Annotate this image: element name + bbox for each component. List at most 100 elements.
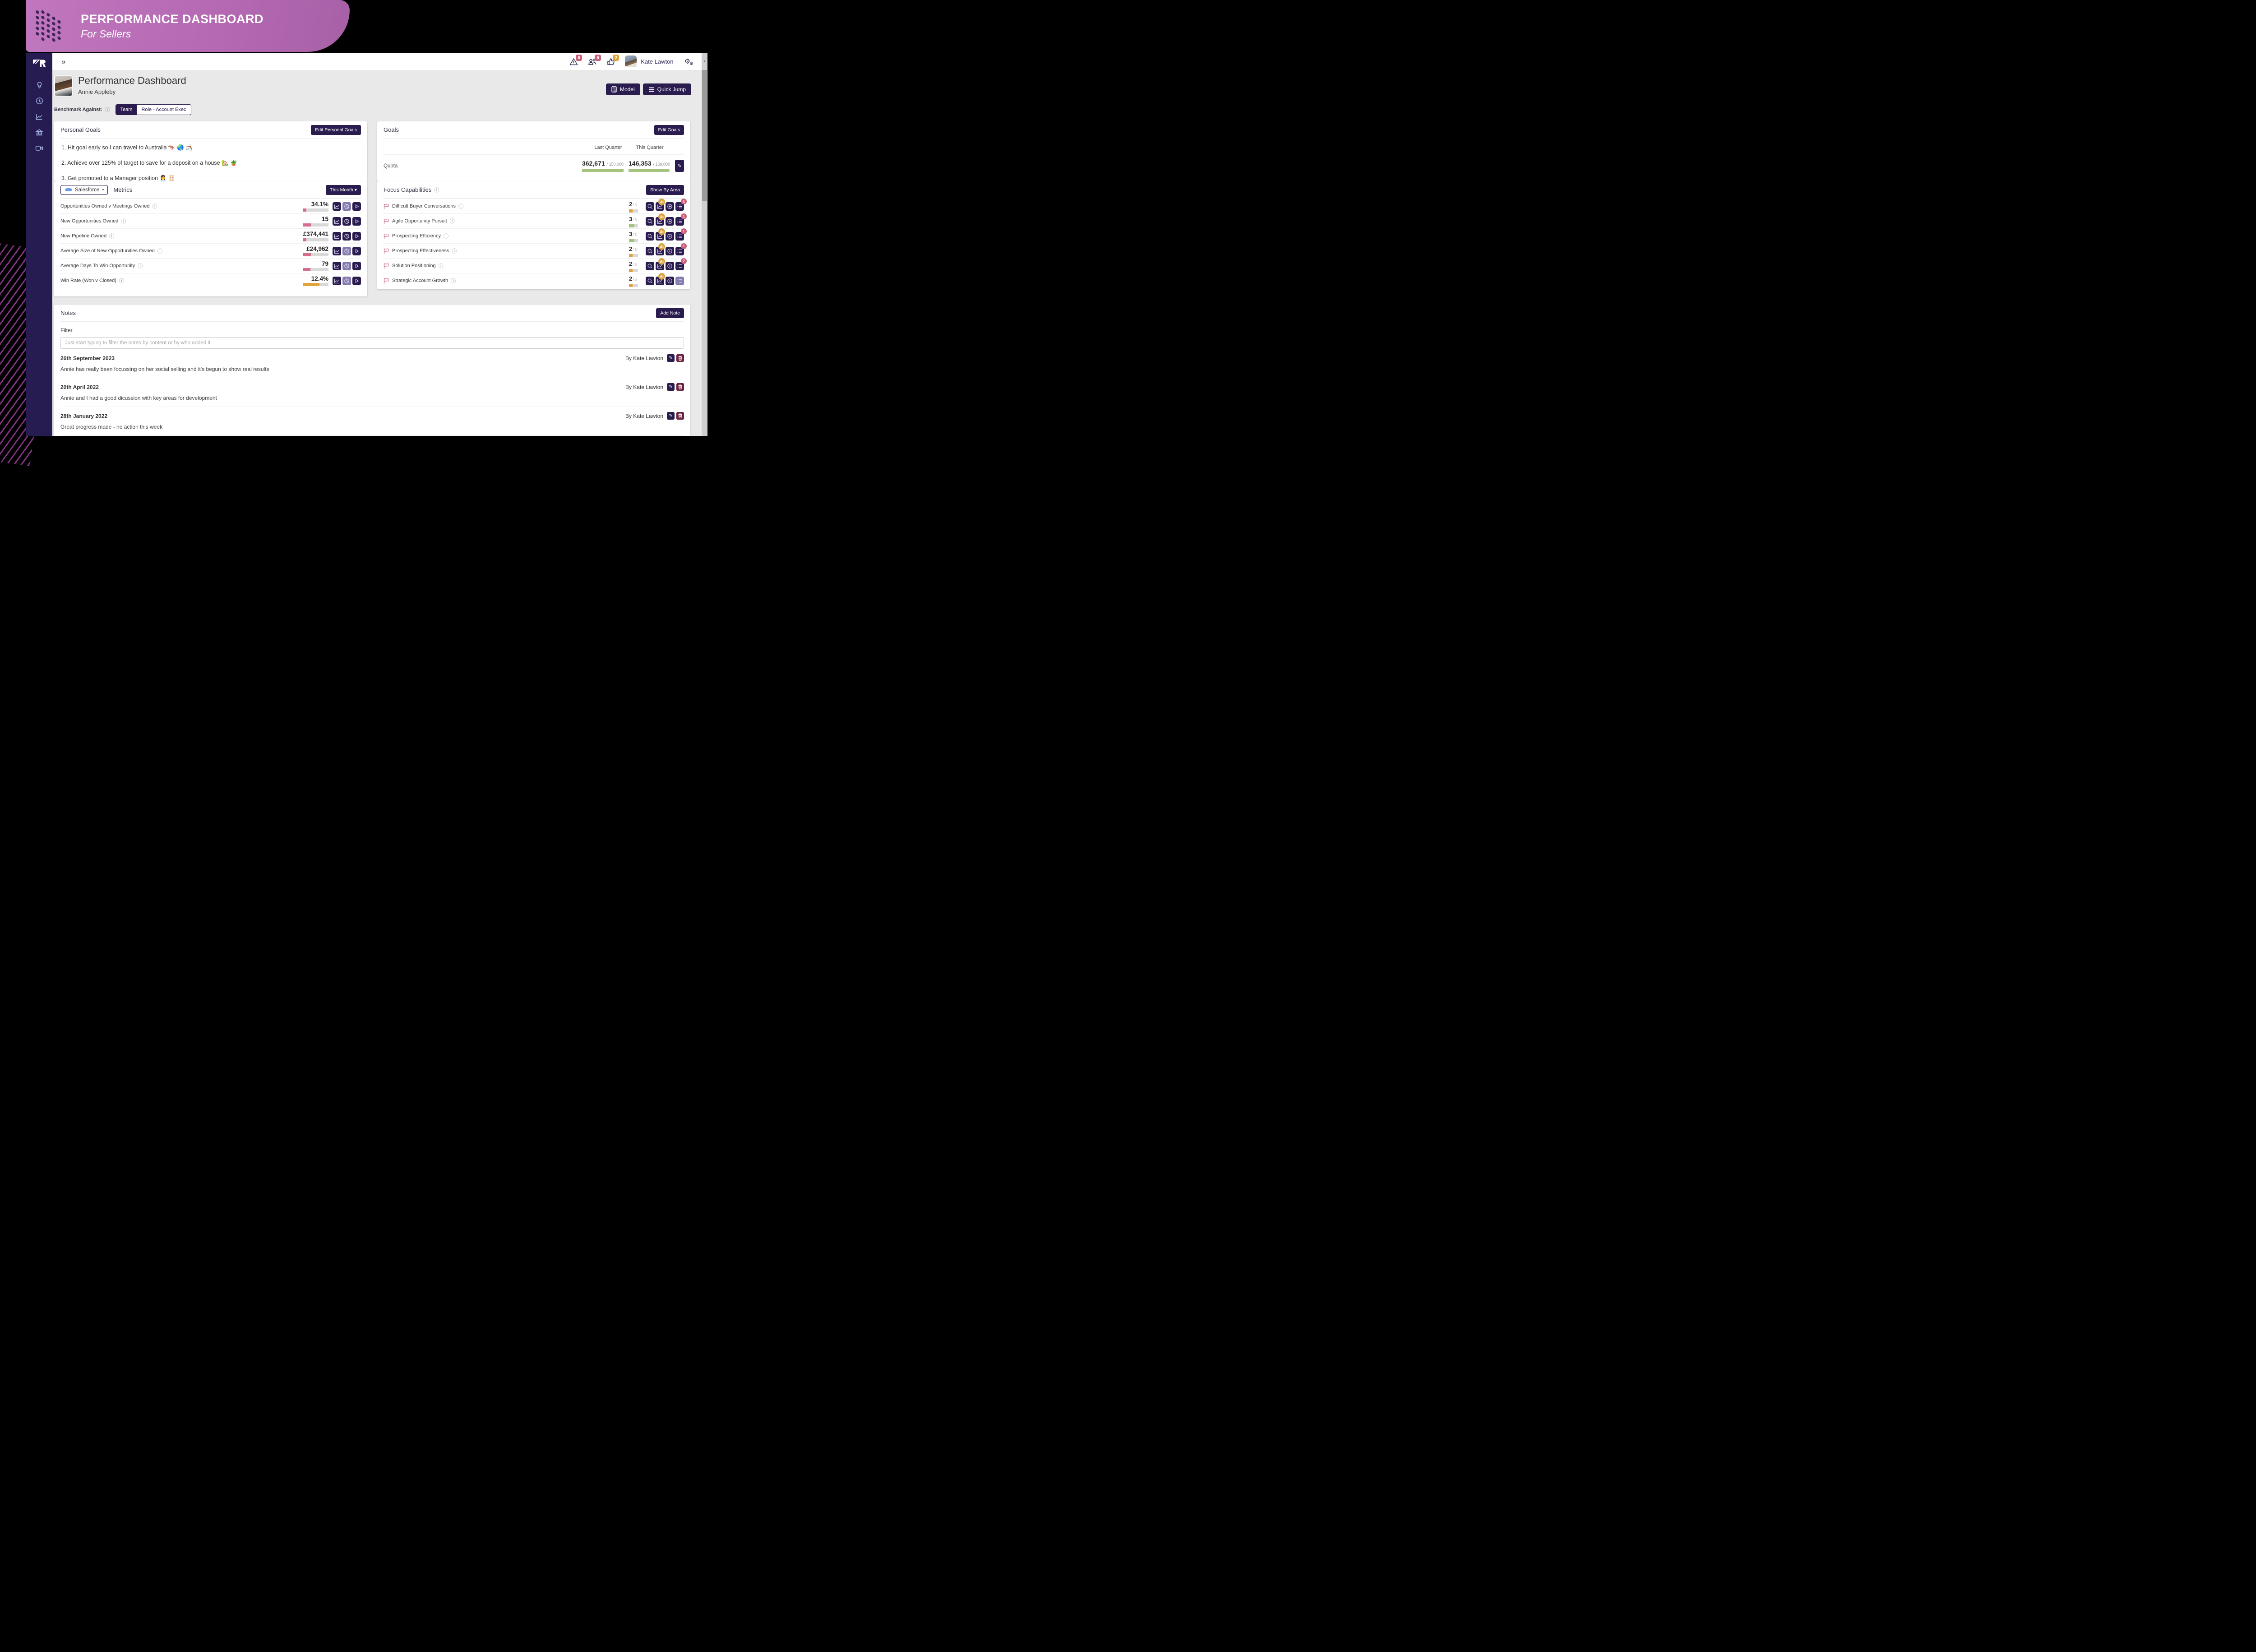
capability-trend-button[interactable]	[656, 246, 664, 255]
info-icon[interactable]: ⓘ	[119, 277, 124, 284]
edit-note-button[interactable]: ✎	[667, 354, 675, 362]
plus-circle-icon	[667, 204, 672, 209]
metric-trend-button[interactable]	[333, 202, 341, 211]
add-note-button[interactable]: Add Note	[656, 308, 684, 318]
scrollbar[interactable]: ▲	[702, 53, 707, 436]
team-button[interactable]: 5	[588, 54, 601, 65]
capability-trend-button[interactable]	[656, 276, 664, 285]
alerts-button[interactable]: 6	[569, 54, 582, 65]
metric-play-button[interactable]	[352, 202, 361, 211]
line-chart-icon	[334, 204, 339, 209]
endorsements-button[interactable]: 2	[607, 54, 619, 65]
scrollbar-thumb[interactable]	[702, 70, 707, 201]
metrics-panel: Salesforce ▾ Metrics This Month ▾ Opport…	[54, 181, 367, 296]
metric-value: 79	[321, 260, 328, 267]
capability-trend-button[interactable]	[656, 231, 664, 241]
notes-filter-input[interactable]	[60, 337, 684, 349]
sidebar-item-insights[interactable]	[26, 77, 52, 93]
user-menu[interactable]: Kate Lawton	[625, 56, 674, 67]
info-icon[interactable]: ⓘ	[451, 277, 456, 284]
capability-trend-button[interactable]	[656, 217, 664, 226]
info-icon[interactable]: ⓘ	[458, 203, 463, 210]
line-chart-icon	[657, 234, 662, 239]
info-icon[interactable]: ⓘ	[105, 106, 110, 113]
delete-note-button[interactable]	[676, 412, 684, 420]
metric-breakdown-button[interactable]	[342, 231, 351, 241]
metric-play-button[interactable]	[352, 261, 361, 270]
info-icon[interactable]: ⓘ	[157, 247, 162, 255]
metric-breakdown-button[interactable]	[342, 217, 351, 226]
sidebar-item-video[interactable]	[26, 140, 52, 156]
scroll-up-icon[interactable]: ▲	[702, 53, 707, 63]
metric-trend-button[interactable]	[333, 276, 341, 285]
metric-breakdown-button[interactable]	[342, 202, 351, 211]
task-list-icon	[677, 249, 682, 253]
metric-breakdown-button[interactable]	[342, 261, 351, 270]
capability-search-button[interactable]	[646, 261, 654, 270]
delete-note-button[interactable]	[676, 354, 684, 362]
info-icon[interactable]: ⓘ	[450, 217, 455, 225]
benchmark-role-tab[interactable]: Role - Account Exec	[137, 105, 191, 115]
info-icon[interactable]: ⓘ	[153, 203, 157, 210]
info-icon[interactable]: ⓘ	[109, 232, 114, 240]
metric-trend-button[interactable]	[333, 246, 341, 255]
capability-actions-button[interactable]	[675, 276, 684, 285]
capability-search-button[interactable]	[646, 276, 654, 285]
metric-trend-button[interactable]	[333, 261, 341, 270]
metric-play-button[interactable]	[352, 276, 361, 285]
edit-note-button[interactable]: ✎	[667, 412, 675, 420]
edit-personal-goals-button[interactable]: Edit Personal Goals	[311, 125, 361, 135]
capability-actions-button[interactable]	[675, 246, 684, 255]
metric-trend-button[interactable]	[333, 231, 341, 241]
metric-play-button[interactable]	[352, 231, 361, 241]
metric-period-dropdown[interactable]: This Month ▾	[325, 185, 361, 195]
info-icon[interactable]: ⓘ	[452, 247, 457, 255]
capability-actions-button[interactable]	[675, 231, 684, 241]
pencil-icon: ✎	[669, 384, 673, 389]
flag-icon	[384, 233, 389, 239]
capability-add-button[interactable]	[666, 231, 674, 241]
metric-play-button[interactable]	[352, 246, 361, 255]
personal-goal: 1. Hit goal early so I can travel to Aus…	[61, 144, 193, 151]
info-icon[interactable]: ⓘ	[121, 217, 126, 225]
capability-trend-button[interactable]	[656, 261, 664, 270]
capability-search-button[interactable]	[646, 246, 654, 255]
benchmark-team-tab[interactable]: Team	[116, 105, 137, 115]
app-logo[interactable]	[32, 56, 46, 72]
metric-breakdown-button[interactable]	[342, 276, 351, 285]
metric-play-button[interactable]	[352, 217, 361, 226]
edit-note-button[interactable]: ✎	[667, 383, 675, 391]
capability-trend-button[interactable]	[656, 202, 664, 211]
capability-score: 3	[629, 215, 633, 222]
delete-note-button[interactable]	[676, 383, 684, 391]
capability-add-button[interactable]	[666, 202, 674, 211]
capability-search-button[interactable]	[646, 217, 654, 226]
info-icon[interactable]: ⓘ	[434, 186, 439, 194]
capability-add-button[interactable]	[666, 276, 674, 285]
quick-jump-button[interactable]: Quick Jump	[643, 83, 691, 95]
sidebar-item-dashboard[interactable]	[26, 93, 52, 109]
model-button[interactable]: Model	[606, 83, 640, 95]
capability-add-button[interactable]	[666, 261, 674, 270]
metric-source-dropdown[interactable]: Salesforce ▾	[60, 185, 108, 195]
capability-add-button[interactable]	[666, 217, 674, 226]
metric-breakdown-button[interactable]	[342, 246, 351, 255]
sidebar-item-performance[interactable]	[26, 109, 52, 125]
sidebar-expand-button[interactable]: »	[59, 57, 68, 66]
metric-trend-button[interactable]	[333, 217, 341, 226]
capability-actions-button[interactable]	[675, 217, 684, 226]
sidebar-item-academy[interactable]	[26, 125, 52, 140]
capability-search-button[interactable]	[646, 231, 654, 241]
capability-actions-button[interactable]	[675, 261, 684, 270]
trash-icon	[678, 413, 682, 418]
settings-button[interactable]: ⚙ ⚙	[684, 57, 693, 66]
capability-actions-button[interactable]	[675, 202, 684, 211]
capability-add-button[interactable]	[666, 246, 674, 255]
capability-search-button[interactable]	[646, 202, 654, 211]
edit-quota-button[interactable]: ✎	[675, 160, 684, 172]
edit-goals-button[interactable]: Edit Goals	[654, 125, 684, 135]
info-icon[interactable]: ⓘ	[444, 232, 448, 240]
info-icon[interactable]: ⓘ	[439, 262, 444, 269]
info-icon[interactable]: ⓘ	[138, 262, 143, 269]
show-by-area-button[interactable]: Show By Area	[646, 185, 684, 195]
